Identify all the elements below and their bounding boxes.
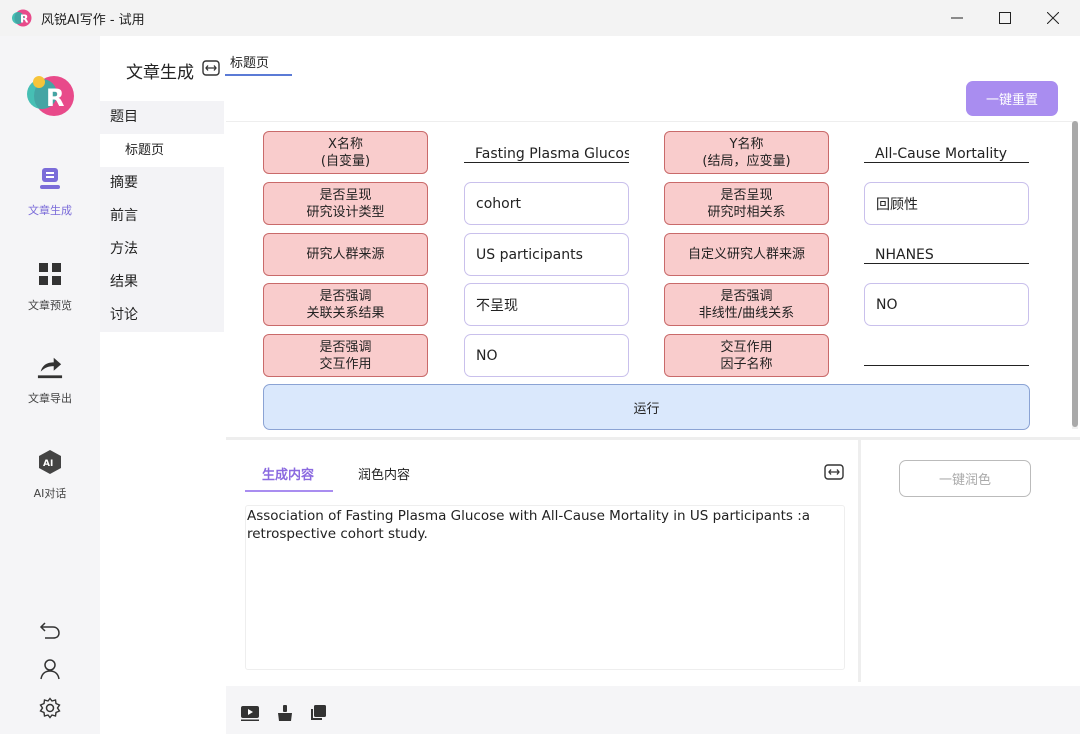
run-button[interactable]: 运行 xyxy=(263,384,1030,430)
association-emphasis-field[interactable]: 不呈现 xyxy=(464,283,629,326)
window-title: 风锐AI写作 - 试用 xyxy=(41,13,145,28)
y-name-label[interactable]: Y名称 (结局，应变量) xyxy=(664,131,829,174)
section-sidebar: 文章生成 题目 标题页 摘要 前言 方法 结果 讨论 xyxy=(100,36,224,734)
copy-button[interactable] xyxy=(308,704,328,722)
nav-rail: R 文章生成 文章预览 文章导出 AI AI对话 xyxy=(0,36,100,734)
rail-item-label: AI对话 xyxy=(33,487,67,500)
nonlinear-emphasis-label[interactable]: 是否强调 非线性/曲线关系 xyxy=(664,283,829,326)
nonlinear-emphasis-field[interactable]: NO xyxy=(864,283,1029,326)
interaction-emphasis-field[interactable]: NO xyxy=(464,334,629,377)
study-design-label[interactable]: 是否呈现 研究设计类型 xyxy=(263,182,428,225)
rail-item-label: 文章生成 xyxy=(28,204,72,217)
interaction-factor-field[interactable] xyxy=(864,342,1029,366)
svg-text:R: R xyxy=(46,84,64,112)
vertical-divider xyxy=(858,440,861,682)
maximize-button[interactable] xyxy=(982,4,1028,32)
brush-icon xyxy=(278,705,292,721)
section-list: 题目 标题页 摘要 前言 方法 结果 讨论 xyxy=(100,101,224,332)
population-source-label[interactable]: 研究人群来源 xyxy=(263,233,428,276)
custom-population-source-field[interactable]: NHANES xyxy=(864,240,1029,264)
x-name-field[interactable]: Fasting Plasma Glucose xyxy=(464,139,629,163)
study-design-field[interactable]: cohort xyxy=(464,182,629,225)
share-icon xyxy=(37,354,63,380)
ai-chat-icon: AI xyxy=(37,449,63,475)
expand-horizontal-icon[interactable] xyxy=(824,464,844,480)
sidebar-item-abstract[interactable]: 摘要 xyxy=(100,167,224,200)
sidebar-item-introduction[interactable]: 前言 xyxy=(100,200,224,233)
minimize-icon xyxy=(951,17,963,19)
temporal-relation-field[interactable]: 回顾性 xyxy=(864,182,1029,225)
play-video-icon xyxy=(241,706,259,721)
sidebar-item-results[interactable]: 结果 xyxy=(100,266,224,299)
expand-horizontal-icon[interactable] xyxy=(202,60,220,76)
scrollbar-thumb[interactable] xyxy=(1072,121,1078,427)
tab-underline xyxy=(225,74,292,76)
rail-item-label: 文章导出 xyxy=(28,392,72,405)
app-logo-icon: R xyxy=(12,9,32,27)
tab-polished-content[interactable]: 润色内容 xyxy=(358,464,410,483)
document-icon xyxy=(37,166,63,192)
custom-population-source-label[interactable]: 自定义研究人群来源 xyxy=(664,233,829,276)
user-button[interactable] xyxy=(37,656,63,682)
close-button[interactable] xyxy=(1030,4,1076,32)
sidebar-header: 文章生成 xyxy=(126,63,194,83)
rail-item-ai-chat[interactable]: AI AI对话 xyxy=(0,449,100,519)
sidebar-item-methods[interactable]: 方法 xyxy=(100,233,224,266)
play-button[interactable] xyxy=(240,704,260,722)
temporal-relation-label[interactable]: 是否呈现 研究时相关系 xyxy=(664,182,829,225)
tab-title-page[interactable]: 标题页 xyxy=(230,52,269,71)
tab-generated-content[interactable]: 生成内容 xyxy=(262,464,314,483)
back-button[interactable] xyxy=(37,617,63,643)
interaction-emphasis-label[interactable]: 是否强调 交互作用 xyxy=(263,334,428,377)
settings-button[interactable] xyxy=(37,695,63,721)
svg-text:AI: AI xyxy=(43,459,53,469)
rail-item-article-generate[interactable]: 文章生成 xyxy=(0,166,100,236)
polish-button[interactable]: 一键润色 xyxy=(899,460,1031,497)
copy-icon xyxy=(311,705,326,720)
grid-icon xyxy=(37,261,63,287)
user-icon xyxy=(40,659,60,680)
sidebar-item-discussion[interactable]: 讨论 xyxy=(100,299,224,332)
sidebar-item-title[interactable]: 题目 xyxy=(100,101,224,134)
svg-text:R: R xyxy=(20,13,29,26)
clear-button[interactable] xyxy=(274,704,294,722)
rail-item-label: 文章预览 xyxy=(28,299,72,312)
sidebar-item-title-page[interactable]: 标题页 xyxy=(100,134,224,167)
y-name-field[interactable]: All-Cause Mortality xyxy=(864,139,1029,163)
back-icon xyxy=(39,622,60,639)
minimize-button[interactable] xyxy=(934,4,980,32)
app-logo-icon: R xyxy=(27,76,74,116)
association-emphasis-label[interactable]: 是否强调 关联关系结果 xyxy=(263,283,428,326)
gear-icon xyxy=(39,697,61,719)
x-name-label[interactable]: X名称 (自变量) xyxy=(263,131,428,174)
reset-button[interactable]: 一键重置 xyxy=(966,81,1058,116)
bottom-toolbar xyxy=(226,686,1080,734)
title-bar: R 风锐AI写作 - 试用 xyxy=(0,0,1080,36)
rail-item-article-preview[interactable]: 文章预览 xyxy=(0,261,100,331)
interaction-factor-label[interactable]: 交互作用 因子名称 xyxy=(664,334,829,377)
maximize-icon xyxy=(999,12,1011,24)
section-divider xyxy=(226,437,1080,440)
generated-content-textarea[interactable]: Association of Fasting Plasma Glucose wi… xyxy=(245,505,845,670)
population-source-field[interactable]: US participants xyxy=(464,233,629,276)
rail-item-article-export[interactable]: 文章导出 xyxy=(0,354,100,424)
close-icon xyxy=(1047,12,1059,24)
tab-underline xyxy=(245,490,333,492)
